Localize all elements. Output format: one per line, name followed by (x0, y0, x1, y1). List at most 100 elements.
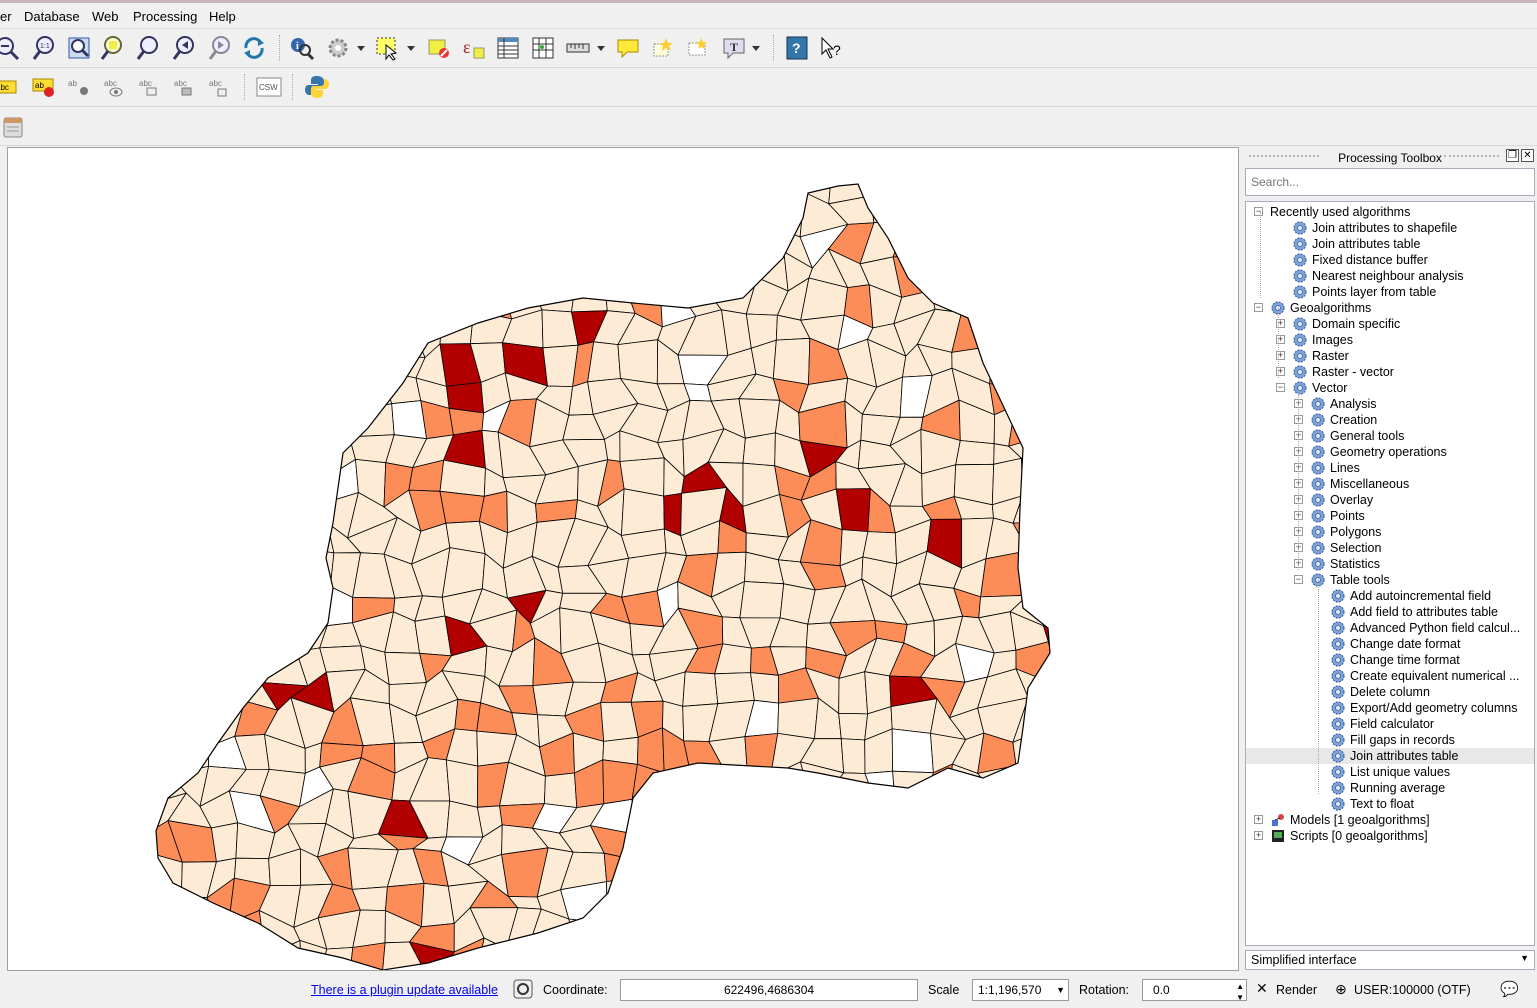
sector-polygon[interactable] (957, 821, 983, 862)
sector-polygon[interactable] (648, 771, 690, 801)
sector-polygon[interactable] (1161, 188, 1200, 238)
sector-polygon[interactable] (1075, 458, 1116, 499)
sector-polygon[interactable] (1190, 923, 1239, 942)
sector-polygon[interactable] (528, 225, 572, 261)
sector-polygon[interactable] (265, 941, 301, 972)
sector-polygon[interactable] (1069, 703, 1113, 745)
show-hide-label-icon[interactable]: abc (101, 74, 127, 100)
sector-polygon[interactable] (172, 526, 213, 563)
sector-polygon[interactable] (1102, 789, 1144, 831)
sector-polygon[interactable] (741, 825, 788, 868)
sector-polygon[interactable] (241, 401, 274, 432)
bookmark-icon[interactable] (650, 35, 676, 61)
sector-polygon[interactable] (349, 404, 394, 437)
sector-polygon[interactable] (1227, 284, 1239, 310)
sector-polygon[interactable] (658, 218, 693, 256)
sector-polygon[interactable] (140, 526, 182, 563)
tree-item[interactable]: −Recently used algorithms (1246, 204, 1534, 220)
sector-polygon[interactable] (1082, 969, 1113, 971)
sector-polygon[interactable] (351, 354, 398, 380)
chevron-down-icon[interactable]: ▼ (1056, 980, 1065, 1000)
sector-polygon[interactable] (1220, 374, 1239, 408)
sector-polygon[interactable] (229, 321, 277, 358)
sector-polygon[interactable] (1228, 400, 1239, 442)
sector-polygon[interactable] (1024, 969, 1058, 972)
sector-polygon[interactable] (229, 345, 277, 388)
pin-label-icon[interactable]: ab (66, 74, 92, 100)
sector-polygon[interactable] (1073, 940, 1113, 971)
sector-polygon[interactable] (528, 248, 576, 283)
sector-polygon[interactable] (770, 192, 805, 237)
sector-polygon[interactable] (1159, 279, 1208, 313)
sector-polygon[interactable] (241, 188, 275, 226)
sector-polygon[interactable] (870, 828, 907, 850)
sector-polygon[interactable] (559, 162, 607, 198)
sector-polygon[interactable] (1167, 711, 1198, 742)
sector-polygon[interactable] (1076, 250, 1106, 297)
sector-polygon[interactable] (262, 309, 299, 358)
sector-polygon[interactable] (232, 469, 270, 508)
sector-polygon[interactable] (146, 552, 182, 598)
sector-polygon[interactable] (1160, 437, 1205, 469)
sector-polygon[interactable] (1052, 165, 1082, 205)
sector-polygon[interactable] (1041, 338, 1076, 385)
sector-polygon[interactable] (1226, 619, 1239, 641)
sector-polygon[interactable] (1133, 858, 1174, 898)
sector-polygon[interactable] (841, 850, 869, 895)
sector-polygon[interactable] (775, 942, 814, 971)
zoom-out-icon[interactable] (0, 35, 20, 61)
menu-processing[interactable]: Processing (133, 9, 197, 24)
sector-polygon[interactable] (504, 171, 541, 201)
sector-polygon[interactable] (150, 886, 181, 925)
sector-polygon[interactable] (896, 159, 932, 197)
sector-polygon[interactable] (1068, 818, 1118, 868)
sector-polygon[interactable] (572, 279, 608, 312)
sector-polygon[interactable] (1054, 868, 1087, 891)
sector-polygon[interactable] (452, 190, 472, 225)
sector-polygon[interactable] (259, 432, 300, 473)
sector-polygon[interactable] (503, 198, 545, 230)
sector-polygon[interactable] (366, 254, 388, 293)
sector-polygon[interactable] (234, 488, 270, 528)
sector-polygon[interactable] (1221, 524, 1239, 565)
sector-polygon[interactable] (1008, 172, 1058, 195)
tree-item[interactable]: Join attributes table (1246, 236, 1534, 252)
sector-polygon[interactable] (604, 853, 627, 881)
plugin-update-link[interactable]: There is a plugin update available (311, 983, 498, 997)
sector-polygon[interactable] (1169, 496, 1202, 531)
sector-polygon[interactable] (1109, 739, 1148, 773)
sector-polygon[interactable] (619, 880, 668, 923)
sector-polygon[interactable] (274, 580, 300, 623)
sector-polygon[interactable] (236, 970, 273, 971)
sector-polygon[interactable] (320, 344, 360, 380)
sector-polygon[interactable] (709, 252, 757, 294)
sector-polygon[interactable] (1010, 384, 1049, 405)
sector-polygon[interactable] (931, 248, 964, 293)
sector-polygon[interactable] (1222, 822, 1240, 861)
sector-polygon[interactable] (265, 252, 305, 290)
sector-polygon[interactable] (865, 771, 896, 807)
sector-polygon[interactable] (775, 908, 810, 949)
sector-polygon[interactable] (620, 940, 667, 971)
sector-polygon[interactable] (831, 908, 875, 954)
crs-globe-icon[interactable]: ⊕ (1335, 981, 1347, 998)
sector-polygon[interactable] (1080, 294, 1117, 318)
sector-polygon[interactable] (1141, 347, 1172, 376)
sector-polygon[interactable] (802, 908, 844, 954)
sector-polygon[interactable] (1130, 440, 1170, 478)
sector-polygon[interactable] (1105, 654, 1145, 682)
tree-item[interactable]: Join attributes table (1246, 748, 1534, 764)
sector-polygon[interactable] (241, 223, 269, 264)
tree-item[interactable]: Running average (1246, 780, 1534, 796)
sector-polygon[interactable] (1070, 405, 1110, 434)
sector-polygon[interactable] (139, 257, 177, 286)
sector-polygon[interactable] (1199, 638, 1234, 674)
sector-polygon[interactable] (140, 938, 171, 969)
sector-polygon[interactable] (1168, 167, 1200, 198)
sector-polygon[interactable] (621, 158, 664, 207)
sector-polygon[interactable] (1198, 349, 1225, 389)
sector-polygon[interactable] (529, 198, 560, 230)
sector-polygon[interactable] (390, 320, 425, 357)
sector-polygon[interactable] (1193, 819, 1231, 859)
sector-polygon[interactable] (144, 283, 184, 324)
